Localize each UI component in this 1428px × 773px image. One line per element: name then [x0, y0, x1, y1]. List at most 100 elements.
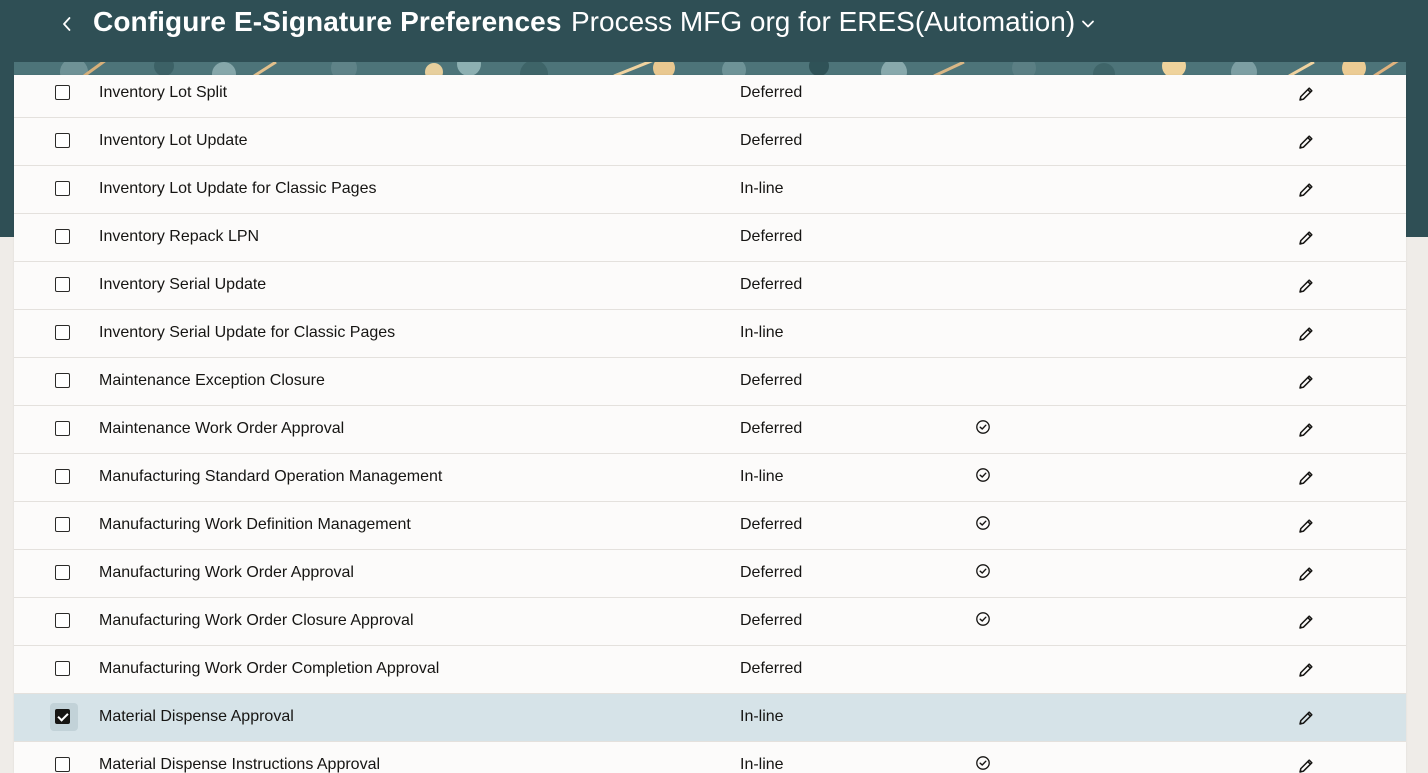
- row-checkbox-icon[interactable]: [55, 613, 70, 628]
- pencil-icon: [1299, 711, 1313, 725]
- table-row[interactable]: Inventory Serial Update Deferred: [14, 262, 1406, 310]
- edit-button[interactable]: [1295, 611, 1317, 633]
- signature-mode: In-line: [740, 324, 784, 341]
- check-circle-icon: [976, 468, 990, 482]
- table-row[interactable]: Inventory Lot Update for Classic Pages In…: [14, 166, 1406, 214]
- signature-mode: Deferred: [740, 84, 803, 101]
- edit-button[interactable]: [1295, 563, 1317, 585]
- edit-button[interactable]: [1295, 179, 1317, 201]
- pencil-icon: [1299, 279, 1313, 293]
- row-checkbox-icon[interactable]: [55, 517, 70, 532]
- table-row[interactable]: Maintenance Work Order Approval Deferred: [14, 406, 1406, 454]
- pencil-icon: [1299, 759, 1313, 773]
- check-circle-icon: [976, 564, 990, 578]
- transaction-name: Maintenance Exception Closure: [99, 372, 325, 389]
- edit-button[interactable]: [1295, 419, 1317, 441]
- transaction-name: Inventory Repack LPN: [99, 228, 260, 245]
- organization-selector[interactable]: Process MFG org for ERES(Automation): [571, 6, 1095, 38]
- row-checkbox-icon[interactable]: [55, 469, 70, 484]
- signature-mode: In-line: [740, 468, 784, 485]
- row-checkbox-icon[interactable]: [55, 229, 70, 244]
- table-row[interactable]: Inventory Serial Update for Classic Page…: [14, 310, 1406, 358]
- transaction-name: Maintenance Work Order Approval: [99, 420, 345, 437]
- transaction-name: Manufacturing Standard Operation Managem…: [99, 468, 443, 485]
- pencil-icon: [1299, 567, 1313, 581]
- pencil-icon: [1299, 327, 1313, 341]
- row-checkbox-icon[interactable]: [55, 421, 70, 436]
- table-row[interactable]: Manufacturing Work Definition Management…: [14, 502, 1406, 550]
- pencil-icon: [1299, 519, 1313, 533]
- table-row[interactable]: Inventory Repack LPN Deferred: [14, 214, 1406, 262]
- transaction-name: Inventory Lot Update for Classic Pages: [99, 180, 377, 197]
- page-title: Configure E-Signature Preferences: [93, 6, 562, 37]
- row-checkbox-icon[interactable]: [55, 709, 70, 724]
- transaction-name: Manufacturing Work Order Completion Appr…: [99, 660, 440, 677]
- row-checkbox-icon[interactable]: [55, 85, 70, 100]
- transaction-name: Manufacturing Work Definition Management: [99, 516, 411, 533]
- transaction-name: Manufacturing Work Order Closure Approva…: [99, 612, 414, 629]
- row-checkbox-icon[interactable]: [55, 181, 70, 196]
- edit-button[interactable]: [1295, 83, 1317, 105]
- row-checkbox-icon[interactable]: [55, 277, 70, 292]
- signature-mode: Deferred: [740, 276, 803, 293]
- organization-name: Process MFG org for ERES(Automation): [571, 6, 1076, 37]
- pencil-icon: [1299, 663, 1313, 677]
- row-checkbox-icon[interactable]: [55, 133, 70, 148]
- pencil-icon: [1299, 135, 1313, 149]
- table-row[interactable]: Material Dispense Approval In-line: [14, 694, 1406, 742]
- chevron-left-icon: [63, 17, 71, 31]
- edit-button[interactable]: [1295, 323, 1317, 345]
- decorative-banner-pattern: [14, 62, 1406, 76]
- transaction-name: Manufacturing Work Order Approval: [99, 564, 354, 581]
- table-row[interactable]: Inventory Lot Update Deferred: [14, 118, 1406, 166]
- signature-mode: Deferred: [740, 660, 803, 677]
- table-row[interactable]: Maintenance Exception Closure Deferred: [14, 358, 1406, 406]
- pencil-icon: [1299, 471, 1313, 485]
- transaction-name: Inventory Lot Split: [99, 84, 228, 101]
- transaction-name: Material Dispense Approval: [99, 708, 294, 725]
- signature-mode: Deferred: [740, 132, 803, 149]
- preferences-table: Inventory Lot Split Deferred Inventory Lot…: [14, 75, 1406, 773]
- check-circle-icon: [976, 420, 990, 434]
- row-checkbox-icon[interactable]: [55, 565, 70, 580]
- check-circle-icon: [976, 756, 990, 770]
- pencil-icon: [1299, 87, 1313, 101]
- transaction-name: Material Dispense Instructions Approval: [99, 756, 381, 773]
- edit-button[interactable]: [1295, 467, 1317, 489]
- edit-button[interactable]: [1295, 275, 1317, 297]
- row-checkbox-icon[interactable]: [55, 373, 70, 388]
- transaction-name: Inventory Serial Update: [99, 276, 267, 293]
- table-row[interactable]: Manufacturing Work Order Approval Deferre…: [14, 550, 1406, 598]
- pencil-icon: [1299, 615, 1313, 629]
- edit-button[interactable]: [1295, 131, 1317, 153]
- table-row[interactable]: Manufacturing Work Order Completion Appr…: [14, 646, 1406, 694]
- table-row[interactable]: Inventory Lot Split Deferred: [14, 75, 1406, 118]
- check-circle-icon: [976, 516, 990, 530]
- signature-mode: In-line: [740, 756, 784, 773]
- table-row[interactable]: Manufacturing Standard Operation Managem…: [14, 454, 1406, 502]
- chevron-down-icon: [1082, 20, 1095, 28]
- edit-button[interactable]: [1295, 227, 1317, 249]
- pencil-icon: [1299, 375, 1313, 389]
- edit-button[interactable]: [1295, 707, 1317, 729]
- edit-button[interactable]: [1295, 755, 1317, 773]
- edit-button[interactable]: [1295, 659, 1317, 681]
- pencil-icon: [1299, 183, 1313, 197]
- back-button[interactable]: [54, 11, 80, 37]
- table-row[interactable]: Material Dispense Instructions Approval I…: [14, 742, 1406, 773]
- transaction-name: Inventory Lot Update: [99, 132, 248, 149]
- row-checkbox-icon[interactable]: [55, 661, 70, 676]
- edit-button[interactable]: [1295, 515, 1317, 537]
- table-row[interactable]: Manufacturing Work Order Closure Approva…: [14, 598, 1406, 646]
- row-checkbox-icon[interactable]: [55, 325, 70, 340]
- signature-mode: Deferred: [740, 372, 803, 389]
- signature-mode: Deferred: [740, 420, 803, 437]
- signature-mode: Deferred: [740, 564, 803, 581]
- transaction-name: Inventory Serial Update for Classic Page…: [99, 324, 396, 341]
- signature-mode: Deferred: [740, 612, 803, 629]
- signature-mode: Deferred: [740, 516, 803, 533]
- signature-mode: In-line: [740, 708, 784, 725]
- check-circle-icon: [976, 612, 990, 626]
- row-checkbox-icon[interactable]: [55, 757, 70, 772]
- edit-button[interactable]: [1295, 371, 1317, 393]
